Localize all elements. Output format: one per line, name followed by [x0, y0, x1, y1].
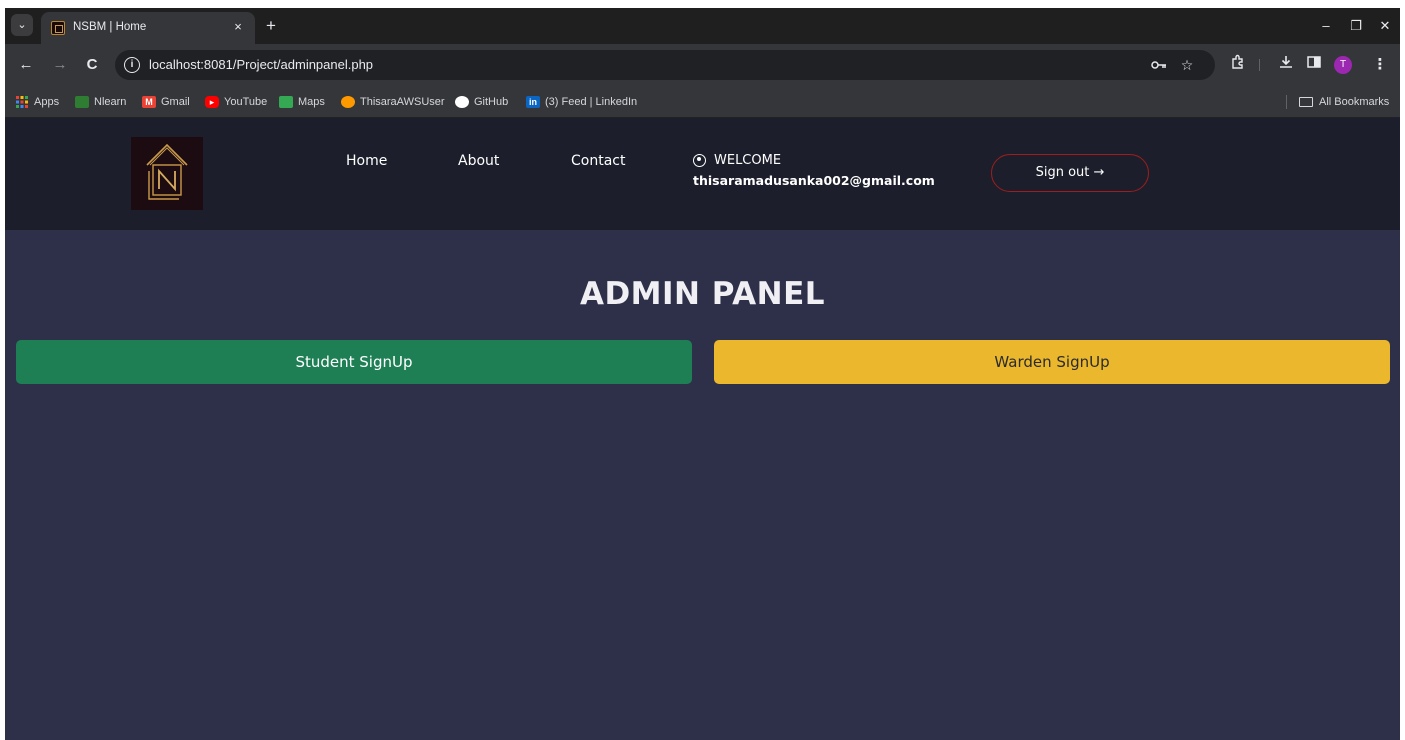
- sign-out-button[interactable]: Sign out →: [991, 154, 1149, 192]
- folder-icon: [1299, 97, 1313, 107]
- youtube-icon: ▸: [205, 96, 219, 108]
- gmail-icon: M: [142, 96, 156, 108]
- tab-search-button[interactable]: ⌄: [11, 14, 33, 36]
- web-page: Home About Contact WELCOME thisaramadusa…: [5, 118, 1400, 740]
- bookmark-linkedin[interactable]: in (3) Feed | LinkedIn: [526, 94, 637, 110]
- download-icon[interactable]: [1275, 54, 1297, 76]
- welcome-block: WELCOME thisaramadusanka002@gmail.com: [693, 153, 935, 188]
- extensions-icon[interactable]: [1227, 54, 1249, 76]
- menu-icon[interactable]: ⋮: [1369, 54, 1391, 76]
- bookmark-github[interactable]: GitHub: [455, 94, 508, 110]
- back-button[interactable]: ←: [15, 54, 37, 76]
- forward-button[interactable]: →: [49, 54, 71, 76]
- key-icon[interactable]: [1149, 55, 1169, 75]
- tab-strip: ⌄ NSBM | Home × + – ❐ ✕: [5, 8, 1400, 44]
- warden-signup-button[interactable]: Warden SignUp: [714, 340, 1390, 384]
- site-favicon-icon: [51, 21, 65, 35]
- bookmark-apps[interactable]: Apps: [15, 94, 59, 110]
- linkedin-icon: in: [526, 96, 540, 108]
- toolbar-divider: [1259, 59, 1260, 71]
- address-bar[interactable]: i localhost:8081/Project/adminpanel.php …: [115, 50, 1215, 80]
- bookmark-label: Gmail: [161, 96, 190, 108]
- minimize-button[interactable]: –: [1312, 16, 1340, 36]
- tab-nsbm-home[interactable]: NSBM | Home ×: [41, 12, 255, 44]
- welcome-label: WELCOME: [714, 153, 782, 168]
- user-circle-icon: [693, 154, 706, 167]
- chevron-down-icon: ⌄: [17, 19, 27, 31]
- profile-avatar[interactable]: T: [1334, 56, 1352, 74]
- bookmark-label: Maps: [298, 96, 325, 108]
- bookmarks-bar: Apps Nlearn M Gmail ▸ YouTube Maps Thisa…: [5, 86, 1400, 118]
- apps-grid-icon: [15, 96, 29, 108]
- star-icon[interactable]: ☆: [1177, 55, 1197, 75]
- bookmark-label: Nlearn: [94, 96, 127, 108]
- bookmark-youtube[interactable]: ▸ YouTube: [205, 94, 267, 110]
- bookmark-label: (3) Feed | LinkedIn: [545, 96, 638, 108]
- side-panel-icon[interactable]: [1303, 54, 1325, 76]
- all-bookmarks-button[interactable]: All Bookmarks: [1299, 94, 1389, 110]
- nlearn-icon: [75, 96, 89, 108]
- bookmark-label: ThisaraAWSUser: [360, 96, 445, 108]
- nav-about[interactable]: About: [458, 153, 499, 169]
- bookmark-label: YouTube: [224, 96, 268, 108]
- github-icon: [455, 96, 469, 108]
- restore-button[interactable]: ❐: [1342, 16, 1370, 36]
- bookmark-gmail[interactable]: M Gmail: [142, 94, 190, 110]
- site-header: Home About Contact WELCOME thisaramadusa…: [5, 118, 1400, 230]
- tab-title: NSBM | Home: [73, 21, 147, 33]
- nsbm-logo[interactable]: [131, 137, 203, 210]
- page-title: ADMIN PANEL: [579, 276, 826, 312]
- all-bookmarks-label: All Bookmarks: [1319, 96, 1390, 108]
- bookmark-aws[interactable]: ThisaraAWSUser: [341, 94, 445, 110]
- site-info-icon[interactable]: i: [124, 57, 140, 73]
- new-tab-button[interactable]: +: [261, 16, 281, 36]
- bookmark-label: Apps: [34, 96, 60, 108]
- tab-close-icon[interactable]: ×: [229, 18, 247, 36]
- aws-icon: [341, 96, 355, 108]
- browser-window: ⌄ NSBM | Home × + – ❐ ✕ ← → C i localhos…: [5, 8, 1400, 740]
- bookmark-maps[interactable]: Maps: [279, 94, 325, 110]
- maps-icon: [279, 96, 293, 108]
- close-window-button[interactable]: ✕: [1371, 16, 1399, 36]
- student-signup-button[interactable]: Student SignUp: [16, 340, 692, 384]
- reload-button[interactable]: C: [81, 54, 103, 76]
- bookmarks-divider: [1286, 95, 1287, 109]
- browser-toolbar: ← → C i localhost:8081/Project/adminpane…: [5, 44, 1400, 86]
- nav-home[interactable]: Home: [346, 153, 387, 169]
- nav-contact[interactable]: Contact: [571, 153, 625, 169]
- url-text[interactable]: localhost:8081/Project/adminpanel.php: [149, 57, 373, 72]
- bookmark-label: GitHub: [474, 96, 509, 108]
- user-email: thisaramadusanka002@gmail.com: [693, 173, 935, 188]
- bookmark-nlearn[interactable]: Nlearn: [75, 94, 126, 110]
